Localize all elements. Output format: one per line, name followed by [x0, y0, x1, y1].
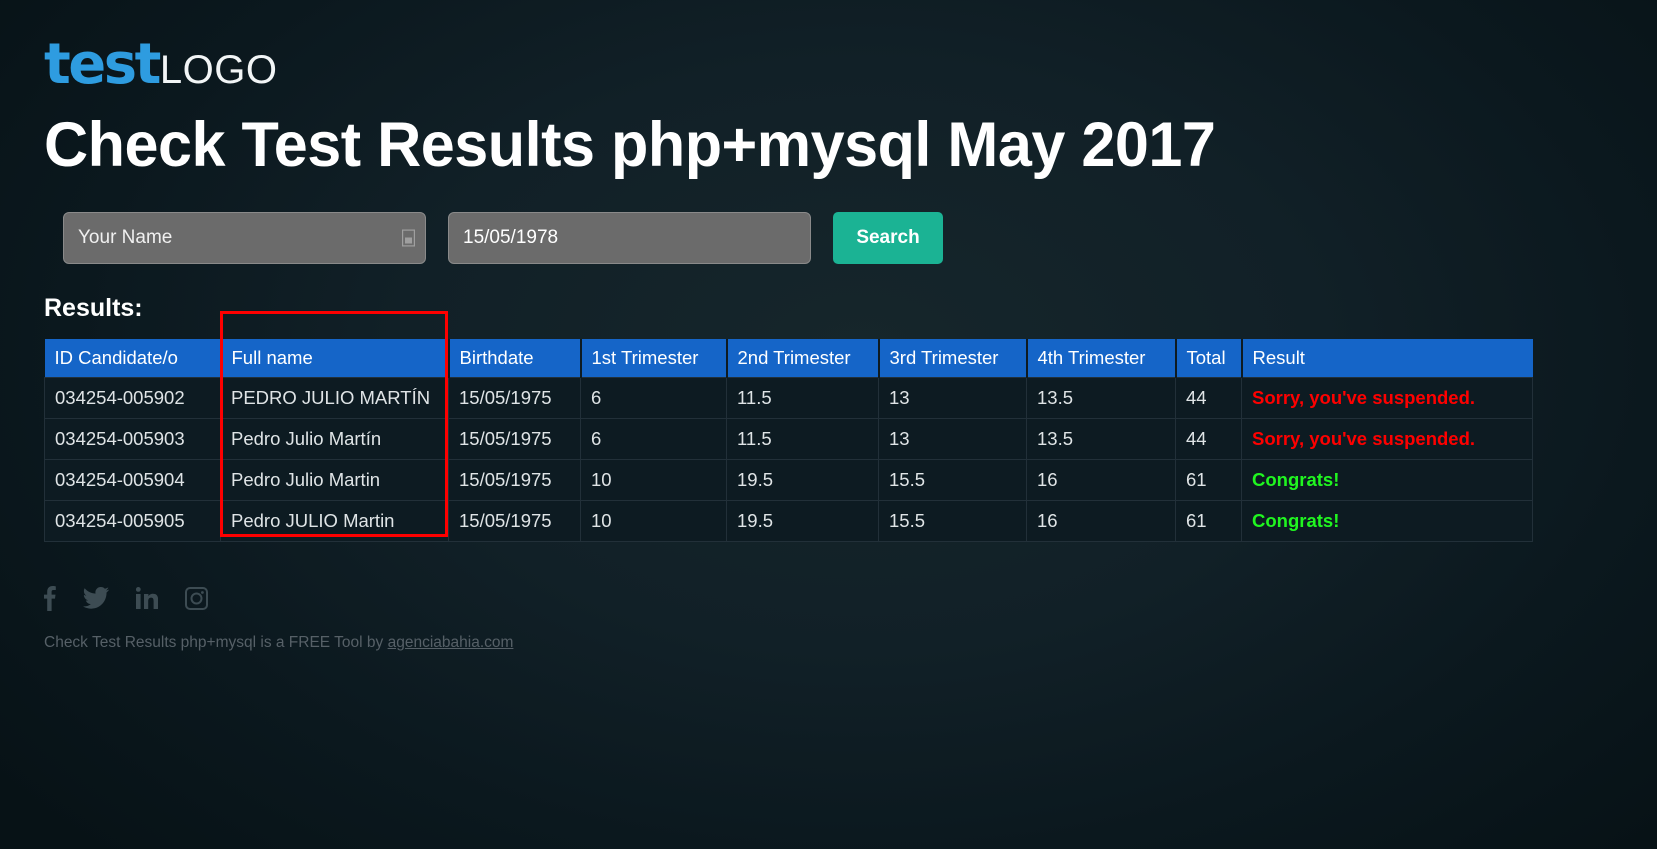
cell-fullname: PEDRO JULIO MARTÍN — [220, 377, 449, 420]
social-links — [44, 582, 1657, 614]
cell-fullname: Pedro Julio Martin — [220, 459, 449, 502]
cell-t2: 11.5 — [726, 377, 879, 420]
results-table-head: ID Candidate/o Full name Birthdate 1st T… — [44, 339, 1533, 378]
cell-t3: 13 — [878, 418, 1027, 461]
results-table: ID Candidate/o Full name Birthdate 1st T… — [44, 339, 1533, 543]
autofill-list-icon[interactable] — [402, 229, 415, 247]
logo-secondary-text: LOGO — [159, 48, 278, 92]
site-logo[interactable]: test LOGO — [44, 0, 1657, 93]
column-header-fullname[interactable]: Full name — [220, 339, 450, 378]
search-button[interactable]: Search — [833, 212, 943, 265]
page-root: test LOGO Check Test Results php+mysql Ma… — [0, 0, 1657, 652]
column-header-t1[interactable]: 1st Trimester — [580, 339, 728, 378]
facebook-icon[interactable] — [44, 585, 56, 612]
results-table-body: 034254-005902 PEDRO JULIO MARTÍN 15/05/197… — [44, 377, 1533, 543]
cell-fullname: Pedro JULIO Martin — [220, 500, 449, 543]
table-header-row: ID Candidate/o Full name Birthdate 1st T… — [44, 339, 1533, 378]
cell-birthdate: 15/05/1975 — [448, 418, 581, 461]
cell-result: Sorry, you've suspended. — [1241, 377, 1533, 420]
search-name-input[interactable] — [78, 213, 411, 264]
name-field-wrapper — [63, 212, 426, 265]
cell-t3: 15.5 — [878, 500, 1027, 543]
footer-credit-text: Check Test Results php+mysql is a FREE T… — [44, 634, 388, 652]
cell-id: 034254-005902 — [44, 377, 221, 420]
cell-id: 034254-005905 — [44, 500, 221, 543]
cell-total: 44 — [1175, 377, 1242, 420]
cell-total: 61 — [1175, 500, 1242, 543]
cell-t1: 10 — [580, 459, 727, 502]
table-row: 034254-005903 Pedro Julio Martín 15/05/197… — [44, 418, 1533, 461]
footer-credit: Check Test Results php+mysql is a FREE T… — [44, 634, 1657, 652]
cell-result: Congrats! — [1241, 500, 1533, 543]
cell-t3: 13 — [878, 377, 1027, 420]
cell-t1: 10 — [580, 500, 727, 543]
cell-result: Congrats! — [1241, 459, 1533, 502]
date-field-wrapper — [448, 212, 811, 265]
search-form: Search — [44, 212, 1657, 265]
cell-total: 44 — [1175, 418, 1242, 461]
page-title: Check Test Results php+mysql May 2017 — [44, 110, 1216, 180]
cell-t2: 19.5 — [726, 500, 879, 543]
table-row: 034254-005905 Pedro JULIO Martin 15/05/197… — [44, 500, 1533, 543]
instagram-icon[interactable] — [185, 586, 208, 610]
cell-birthdate: 15/05/1975 — [448, 459, 581, 502]
cell-t4: 16 — [1026, 459, 1176, 502]
results-label: Results: — [44, 294, 143, 323]
cell-result: Sorry, you've suspended. — [1241, 418, 1533, 461]
cell-birthdate: 15/05/1975 — [448, 500, 581, 543]
column-header-total[interactable]: Total — [1175, 339, 1243, 378]
twitter-icon[interactable] — [83, 587, 109, 609]
table-row: 034254-005904 Pedro Julio Martin 15/05/197… — [44, 459, 1533, 502]
cell-t4: 16 — [1026, 500, 1176, 543]
column-header-birthdate[interactable]: Birthdate — [448, 339, 582, 378]
cell-t2: 11.5 — [726, 418, 879, 461]
cell-t1: 6 — [580, 418, 727, 461]
logo-primary-text: test — [44, 32, 161, 97]
cell-t4: 13.5 — [1026, 418, 1176, 461]
results-table-wrapper: ID Candidate/o Full name Birthdate 1st T… — [44, 311, 1533, 543]
cell-birthdate: 15/05/1975 — [448, 377, 581, 420]
cell-total: 61 — [1175, 459, 1242, 502]
cell-id: 034254-005903 — [44, 418, 221, 461]
cell-t2: 19.5 — [726, 459, 879, 502]
footer-credit-link[interactable]: agenciabahia.com — [388, 634, 514, 651]
column-header-id[interactable]: ID Candidate/o — [44, 339, 222, 378]
linkedin-icon[interactable] — [136, 587, 158, 610]
column-header-result[interactable]: Result — [1241, 339, 1533, 378]
cell-t1: 6 — [580, 377, 727, 420]
column-header-t4[interactable]: 4th Trimester — [1026, 339, 1177, 378]
logo-text: test LOGO — [44, 37, 277, 93]
footer: Check Test Results php+mysql is a FREE T… — [44, 582, 1657, 652]
cell-fullname: Pedro Julio Martín — [220, 418, 449, 461]
table-row: 034254-005902 PEDRO JULIO MARTÍN 15/05/197… — [44, 377, 1533, 420]
cell-t4: 13.5 — [1026, 377, 1176, 420]
search-birthdate-input[interactable] — [463, 213, 796, 264]
cell-id: 034254-005904 — [44, 459, 221, 502]
cell-t3: 15.5 — [878, 459, 1027, 502]
column-header-t3[interactable]: 3rd Trimester — [878, 339, 1028, 378]
column-header-t2[interactable]: 2nd Trimester — [726, 339, 880, 378]
